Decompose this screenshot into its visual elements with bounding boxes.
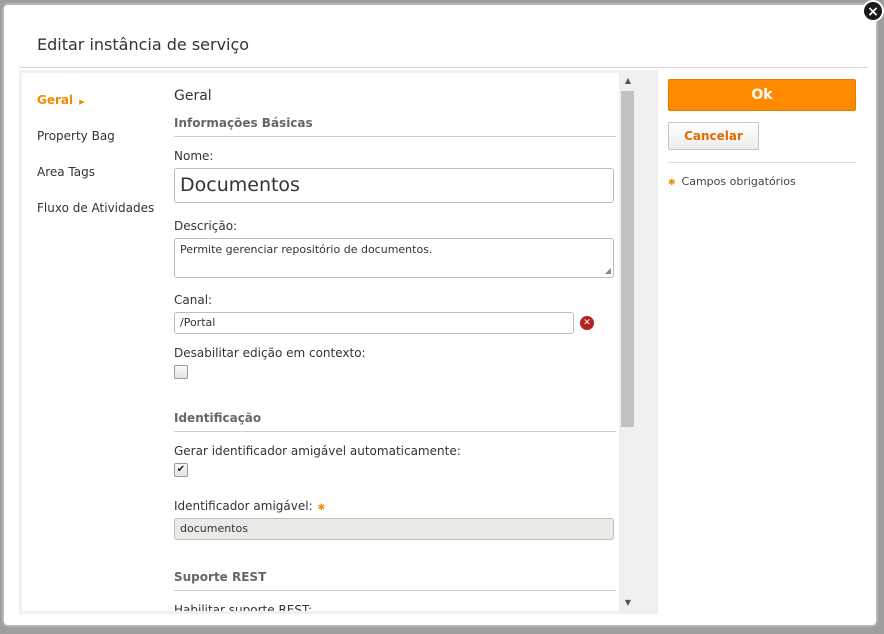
basic-info-header: Informações Básicas — [174, 116, 616, 137]
arrow-right-icon: ▶ — [79, 98, 85, 106]
name-label: Nome: — [174, 149, 214, 163]
description-text: Permite gerenciar repositório de documen… — [180, 243, 433, 256]
ok-button[interactable]: Ok — [668, 79, 856, 111]
remove-canal-icon[interactable]: ✕ — [580, 316, 594, 330]
auto-friendly-id-checkbox[interactable]: ✔ — [174, 463, 188, 477]
cancel-button[interactable]: Cancelar — [668, 122, 759, 150]
auto-friendly-id-wrapper: ✔ — [174, 463, 616, 477]
canal-input[interactable]: /Portal — [174, 312, 574, 334]
canal-row: /Portal ✕ — [174, 312, 616, 334]
close-icon[interactable]: × — [862, 0, 884, 22]
identification-header: Identificação — [174, 411, 616, 432]
section-heading: Geral — [174, 88, 212, 104]
required-star-icon: ✱ — [668, 178, 676, 188]
required-star-icon: ✱ — [317, 503, 326, 513]
vertical-scrollbar[interactable]: ▲ ▼ — [619, 73, 637, 611]
resize-grip-icon[interactable]: ◢ — [605, 267, 611, 275]
scroll-up-icon[interactable]: ▲ — [619, 73, 637, 89]
scroll-down-icon[interactable]: ▼ — [619, 595, 637, 611]
description-textarea[interactable]: Permite gerenciar repositório de documen… — [174, 238, 614, 278]
required-fields-note: ✱ Campos obrigatórios — [668, 175, 858, 188]
form-content: Geral Informações Básicas Nome: Document… — [174, 88, 616, 611]
canal-label: Canal: — [174, 293, 213, 307]
name-input[interactable]: Documentos — [174, 168, 614, 203]
dialog-title: Editar instância de serviço — [37, 35, 250, 54]
rest-support-header: Suporte REST — [174, 570, 616, 591]
form-scroll-area: Geral ▶ Property Bag Area Tags Fluxo de A… — [22, 73, 637, 611]
section-nav: Geral ▶ Property Bag Area Tags Fluxo de A… — [37, 93, 154, 237]
friendly-id-label: Identificador amigável: — [174, 499, 313, 513]
scroll-thumb[interactable] — [621, 91, 634, 427]
disable-inline-edit-label: Desabilitar edição em contexto: — [174, 346, 366, 360]
nav-item-label: Geral — [37, 93, 74, 107]
friendly-id-input: documentos — [174, 518, 614, 540]
edit-service-instance-dialog: Editar instância de serviço Geral ▶ Prope… — [2, 3, 878, 627]
nav-item-property-bag[interactable]: Property Bag — [37, 129, 154, 165]
disable-inline-edit-checkbox[interactable] — [174, 365, 188, 379]
description-label: Descrição: — [174, 219, 238, 233]
form-panel: Geral ▶ Property Bag Area Tags Fluxo de A… — [19, 70, 658, 614]
nav-item-fluxo-de-atividades[interactable]: Fluxo de Atividades — [37, 201, 154, 237]
auto-friendly-id-label: Gerar identificador amigável automaticam… — [174, 444, 461, 458]
nav-item-area-tags[interactable]: Area Tags — [37, 165, 154, 201]
actions-separator — [668, 162, 856, 163]
actions-panel: Ok Cancelar ✱ Campos obrigatórios — [668, 79, 858, 188]
title-separator — [19, 67, 868, 68]
nav-item-geral[interactable]: Geral ▶ — [37, 93, 154, 129]
required-fields-text: Campos obrigatórios — [681, 175, 796, 188]
enable-rest-label: Habilitar suporte REST: — [174, 603, 313, 611]
friendly-id-label-row: Identificador amigável: ✱ — [174, 499, 616, 513]
disable-inline-edit-wrapper — [174, 365, 616, 379]
